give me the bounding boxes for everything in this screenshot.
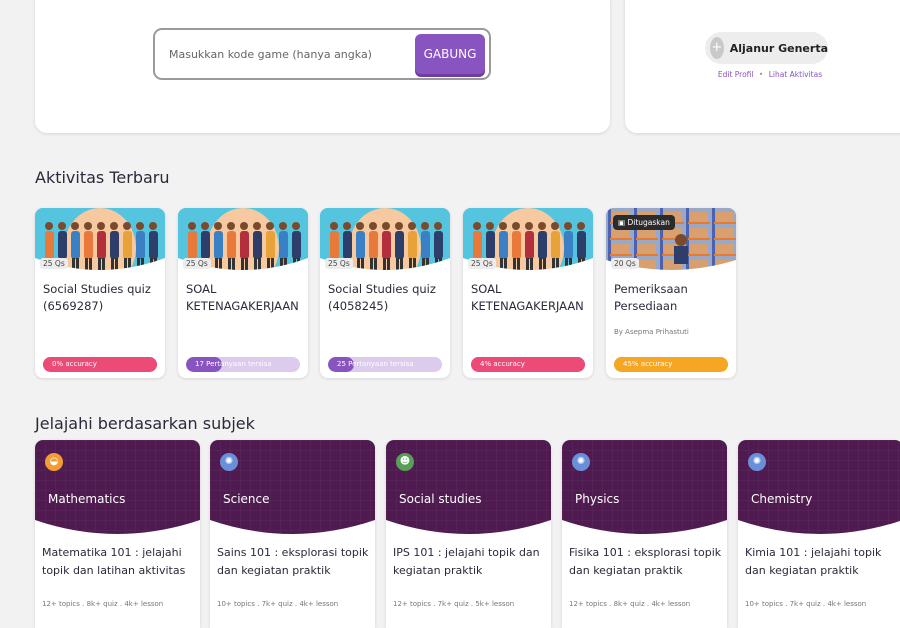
subject-description: Matematika 101 : jelajahi topik dan lati… — [42, 546, 186, 577]
question-count-badge: 25 Qs — [325, 258, 353, 269]
activity-card[interactable]: 25 Qs Social Studies quiz (4058245) 25 P… — [320, 208, 450, 378]
progress-bar: 17 Pertanyaan tersisa — [186, 357, 300, 372]
profile-name: Aljanur Generta — [729, 41, 828, 55]
progress-bar: 0% accuracy — [43, 357, 157, 372]
subject-meta: 10+ topics . 7k+ quiz . 4k+ lesson — [217, 600, 339, 608]
social-studies-icon: ☻ — [396, 453, 414, 471]
progress-label: 4% accuracy — [480, 360, 525, 368]
activity-card[interactable]: ▣ Ditugaskan 20 Qs Pemeriksaan Persediaa… — [606, 208, 736, 378]
subject-description: IPS 101 : jelajahi topik dan kegiatan pr… — [393, 546, 540, 577]
science-icon: ✺ — [220, 453, 238, 471]
avatar[interactable]: + — [710, 37, 724, 59]
activity-title: SOAL KETENAGAKERJAAN — [471, 282, 584, 313]
progress-label: 17 Pertanyaan tersisa — [195, 360, 272, 368]
progress-label: 25 Pertanyaan tersisa — [337, 360, 414, 368]
join-game-box: GABUNG — [153, 28, 491, 80]
question-count-badge: 20 Qs — [611, 258, 639, 269]
chemistry-icon: ✺ — [748, 453, 766, 471]
activity-title: Social Studies quiz (6569287) — [43, 282, 151, 313]
profile-links: Edit Profil • Lihat Aktivitas — [625, 70, 900, 79]
subject-name: Mathematics — [48, 492, 126, 506]
subject-card-chemistry[interactable]: ✺ Chemistry Kimia 101 : jelajahi topik d… — [738, 440, 900, 628]
subject-name: Social studies — [399, 492, 482, 506]
progress-label: 0% accuracy — [52, 360, 97, 368]
activity-card[interactable]: 25 Qs Social Studies quiz (6569287) 0% a… — [35, 208, 165, 378]
subject-card-mathematics[interactable]: ◒ Mathematics Matematika 101 : jelajahi … — [35, 440, 200, 628]
subject-meta: 12+ topics . 7k+ quiz . 5k+ lesson — [393, 600, 515, 608]
progress-label: 45% accuracy — [623, 360, 673, 368]
activity-card[interactable]: 25 Qs SOAL KETENAGAKERJAAN 4% accuracy — [463, 208, 593, 378]
question-count-badge: 25 Qs — [183, 258, 211, 269]
activity-author: By Asepma Prihastuti — [614, 328, 689, 336]
subjects-title: Jelajahi berdasarkan subjek — [35, 414, 255, 433]
question-count-badge: 25 Qs — [40, 258, 68, 269]
subject-meta: 12+ topics . 8k+ quiz . 4k+ lesson — [42, 600, 164, 608]
activity-title: Social Studies quiz (4058245) — [328, 282, 436, 313]
recent-activity-title: Aktivitas Terbaru — [35, 168, 170, 187]
activity-card[interactable]: 25 Qs SOAL KETENAGAKERJAAN 17 Pertanyaan… — [178, 208, 308, 378]
subject-card-physics[interactable]: ✺ Physics Fisika 101 : eksplorasi topik … — [562, 440, 727, 628]
subject-meta: 12+ topics . 8k+ quiz . 4k+ lesson — [569, 600, 691, 608]
progress-bar: 25 Pertanyaan tersisa — [328, 357, 442, 372]
join-button[interactable]: GABUNG — [415, 34, 485, 74]
game-code-input[interactable] — [161, 36, 411, 72]
profile-pill[interactable]: + Aljanur Generta — [705, 32, 828, 64]
view-activity-link[interactable]: Lihat Aktivitas — [769, 70, 822, 79]
profile-panel: + Aljanur Generta Edit Profil • Lihat Ak… — [625, 0, 900, 133]
math-icon: ◒ — [45, 453, 63, 471]
edit-profile-link[interactable]: Edit Profil — [718, 70, 754, 79]
progress-bar: 4% accuracy — [471, 357, 585, 372]
subject-meta: 10+ topics . 7k+ quiz . 4k+ lesson — [745, 600, 867, 608]
subject-name: Science — [223, 492, 270, 506]
activity-title: Pemeriksaan Persediaan — [614, 282, 688, 313]
subject-name: Chemistry — [751, 492, 813, 506]
question-count-badge: 25 Qs — [468, 258, 496, 269]
assigned-label: Ditugaskan — [627, 218, 670, 227]
subject-card-science[interactable]: ✺ Science Sains 101 : eksplorasi topik d… — [210, 440, 375, 628]
subject-card-social-studies[interactable]: ☻ Social studies IPS 101 : jelajahi topi… — [386, 440, 551, 628]
subject-description: Fisika 101 : eksplorasi topik dan kegiat… — [569, 546, 722, 577]
subject-description: Kimia 101 : jelajahi topik dan kegiatan … — [745, 546, 882, 577]
subject-description: Sains 101 : eksplorasi topik dan kegiata… — [217, 546, 369, 577]
assigned-badge: ▣ Ditugaskan — [613, 215, 675, 230]
subject-name: Physics — [575, 492, 620, 506]
physics-icon: ✺ — [572, 453, 590, 471]
join-game-panel: GABUNG — [35, 0, 610, 133]
activity-title: SOAL KETENAGAKERJAAN — [186, 282, 299, 313]
link-separator: • — [758, 70, 764, 79]
progress-bar: 45% accuracy — [614, 357, 728, 372]
